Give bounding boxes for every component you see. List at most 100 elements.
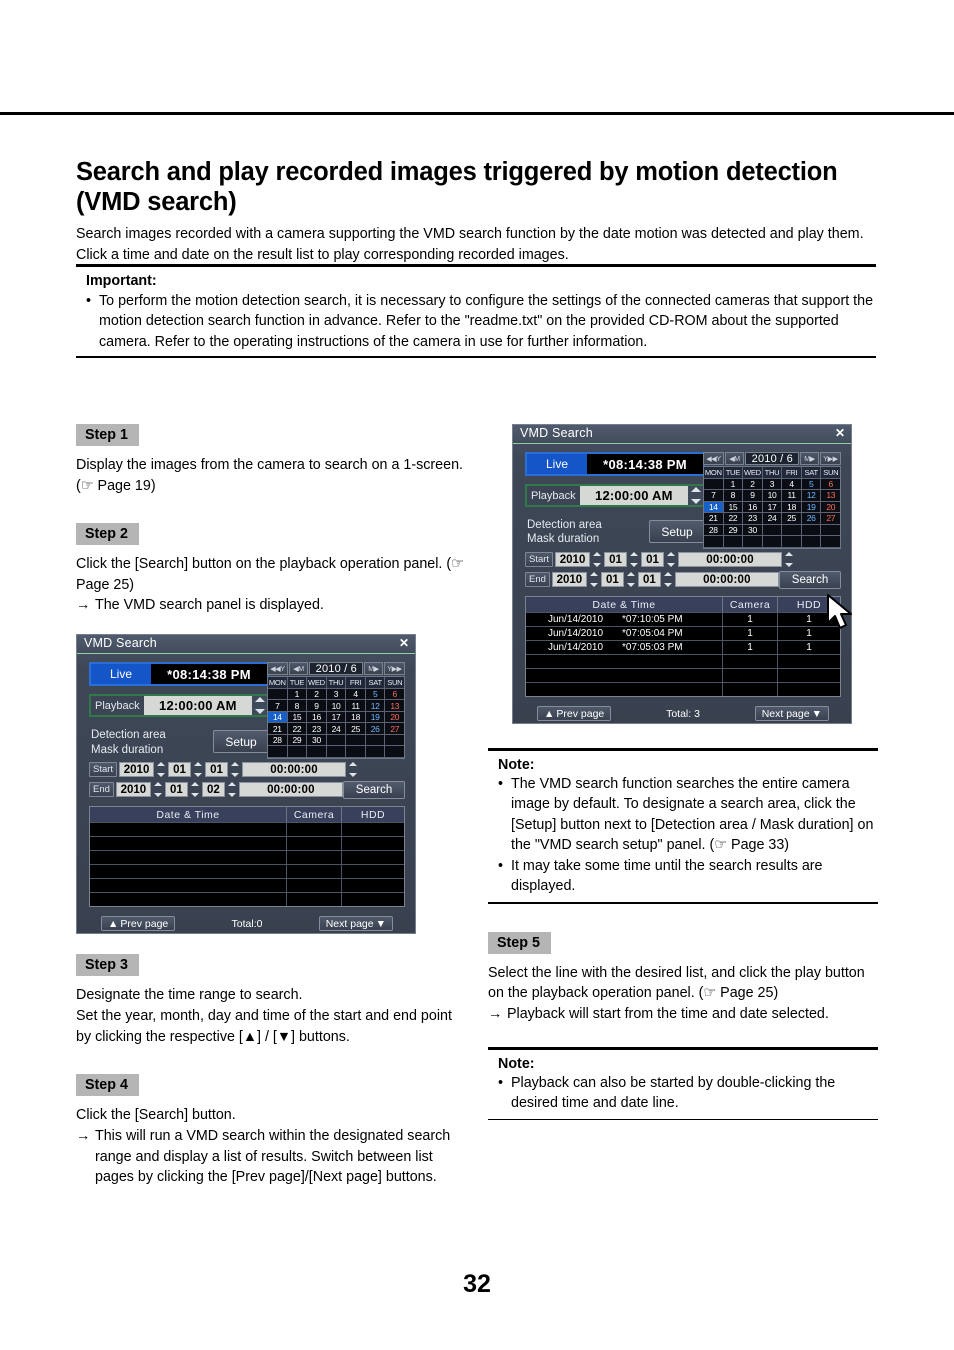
- results-row-empty[interactable]: [526, 668, 840, 682]
- calendar-day-10[interactable]: 10: [762, 490, 783, 502]
- results-table[interactable]: Date & Time Camera HDD Jun/14/2010 *07:10:05…: [525, 596, 841, 697]
- calendar-day-25[interactable]: 25: [346, 723, 366, 735]
- calendar-day-23[interactable]: 23: [743, 513, 763, 525]
- start-day-field[interactable]: 01: [205, 762, 229, 778]
- results-row[interactable]: Jun/14/2010 *07:05:04 PM 1 1: [526, 626, 840, 640]
- stepper-down-icon[interactable]: [630, 563, 639, 567]
- stepper-down-icon[interactable]: [593, 563, 602, 567]
- calendar-day-26[interactable]: 26: [365, 723, 386, 735]
- calendar-day-29[interactable]: 29: [287, 734, 308, 747]
- calendar-day-21[interactable]: 21: [704, 513, 724, 525]
- calendar-day-7[interactable]: 7: [704, 490, 724, 502]
- results-table[interactable]: Date & Time Camera HDD: [89, 806, 405, 908]
- calendar-day-13[interactable]: 13: [385, 700, 405, 712]
- start-month-stepper[interactable]: [629, 552, 639, 567]
- start-year-field[interactable]: 2010: [555, 552, 591, 567]
- vmd-search-panel-results[interactable]: VMD Search ✕ Live *08:14:38 PM Playback …: [512, 424, 852, 724]
- stepper-up-icon[interactable]: [630, 552, 639, 556]
- calendar-day-27[interactable]: 27: [821, 513, 841, 525]
- start-day-stepper[interactable]: [230, 762, 240, 778]
- calendar-day-8[interactable]: 8: [287, 700, 308, 712]
- calendar-day-6[interactable]: 6: [821, 478, 841, 490]
- stepper-down-icon[interactable]: [589, 583, 598, 587]
- calendar-day-19[interactable]: 19: [365, 711, 386, 724]
- vmd-search-panel-empty[interactable]: VMD Search ✕ Live *08:14:38 PM Playback …: [76, 634, 416, 935]
- end-month-stepper[interactable]: [190, 782, 200, 798]
- search-button[interactable]: Search: [343, 781, 405, 800]
- calendar-day-6[interactable]: 6: [385, 688, 405, 701]
- end-year-field[interactable]: 2010: [115, 782, 151, 798]
- calendar-day-28[interactable]: 28: [704, 524, 724, 536]
- end-time-field[interactable]: 00:00:00: [674, 572, 779, 587]
- stepper-up-icon[interactable]: [190, 782, 199, 787]
- stepper-up-icon[interactable]: [227, 782, 236, 787]
- calendar-day-12[interactable]: 12: [365, 700, 386, 712]
- prev-page-button[interactable]: ▲ Prev page: [101, 916, 176, 932]
- calendar-day-24[interactable]: 24: [762, 513, 783, 525]
- close-icon[interactable]: ✕: [399, 637, 409, 649]
- start-year-stepper[interactable]: [592, 552, 602, 567]
- stepper-up-icon[interactable]: [589, 572, 598, 576]
- stepper-down-icon[interactable]: [785, 563, 794, 567]
- start-day-stepper[interactable]: [666, 552, 676, 567]
- end-day-stepper[interactable]: [227, 782, 237, 798]
- calendar-day-12[interactable]: 12: [801, 490, 822, 502]
- start-time-field[interactable]: 00:00:00: [678, 552, 783, 567]
- next-month-button[interactable]: M▶: [800, 452, 819, 465]
- results-row-empty[interactable]: [90, 864, 404, 879]
- calendar-day-27[interactable]: 27: [385, 723, 405, 735]
- calendar-day-14[interactable]: 14: [268, 711, 288, 724]
- calendar-day-7[interactable]: 7: [268, 700, 288, 712]
- calendar-day-5[interactable]: 5: [365, 688, 386, 701]
- start-time-field[interactable]: 00:00:00: [242, 762, 347, 778]
- calendar-day-25[interactable]: 25: [782, 513, 802, 525]
- calendar-day-16[interactable]: 16: [743, 501, 763, 513]
- start-month-stepper[interactable]: [193, 762, 203, 778]
- calendar-day-26[interactable]: 26: [801, 513, 822, 525]
- prev-page-button[interactable]: ▲ Prev page: [537, 706, 612, 721]
- stepper-up-icon[interactable]: [593, 552, 602, 556]
- results-row[interactable]: Jun/14/2010 *07:05:03 PM 1 1: [526, 640, 840, 654]
- next-page-button[interactable]: Next page ▼: [754, 706, 829, 721]
- calendar-day-10[interactable]: 10: [326, 700, 347, 712]
- prev-month-button[interactable]: ◀M: [289, 662, 308, 676]
- calendar-day-9[interactable]: 9: [307, 700, 327, 712]
- calendar-day-3[interactable]: 3: [762, 478, 783, 490]
- stepper-up-icon[interactable]: [690, 487, 701, 492]
- stepper-up-icon[interactable]: [663, 572, 672, 576]
- playback-time-value[interactable]: 12:00:00 AM: [143, 696, 252, 716]
- stepper-down-icon[interactable]: [254, 709, 265, 715]
- end-month-field[interactable]: 01: [600, 572, 624, 587]
- results-row-empty[interactable]: [90, 892, 404, 907]
- stepper-down-icon[interactable]: [231, 773, 240, 778]
- results-row-empty[interactable]: [90, 836, 404, 851]
- playback-time-stepper[interactable]: [688, 486, 703, 505]
- end-year-stepper[interactable]: [153, 782, 163, 798]
- calendar-day-30[interactable]: 30: [307, 734, 327, 747]
- stepper-down-icon[interactable]: [349, 773, 358, 778]
- end-time-field[interactable]: 00:00:00: [238, 782, 343, 798]
- close-icon[interactable]: ✕: [835, 427, 845, 439]
- results-row[interactable]: Jun/14/2010 *07:10:05 PM 1 1: [526, 612, 840, 626]
- prev-year-button[interactable]: ◀◀Y: [703, 452, 724, 465]
- results-row-empty[interactable]: [90, 822, 404, 837]
- calendar-day-4[interactable]: 4: [782, 478, 802, 490]
- end-year-field[interactable]: 2010: [551, 572, 587, 587]
- calendar-day-15[interactable]: 15: [287, 711, 308, 724]
- setup-button[interactable]: Setup: [213, 730, 269, 754]
- start-month-field[interactable]: 01: [604, 552, 628, 567]
- next-year-button[interactable]: Y▶▶: [384, 662, 405, 676]
- live-button[interactable]: Live: [527, 454, 587, 474]
- end-month-field[interactable]: 01: [164, 782, 188, 798]
- calendar-day-30[interactable]: 30: [743, 524, 763, 536]
- search-button[interactable]: Search: [779, 571, 841, 589]
- calendar[interactable]: ◀◀Y ◀M 2010 / 6 M▶ Y▶▶ MON TUE WED THU FRI SA…: [703, 452, 841, 549]
- results-row-empty[interactable]: [90, 878, 404, 893]
- stepper-down-icon[interactable]: [663, 583, 672, 587]
- stepper-up-icon[interactable]: [194, 762, 203, 767]
- calendar-day-24[interactable]: 24: [326, 723, 347, 735]
- stepper-up-icon[interactable]: [157, 762, 166, 767]
- stepper-down-icon[interactable]: [153, 793, 162, 798]
- calendar-day-20[interactable]: 20: [385, 711, 405, 724]
- calendar-day-22[interactable]: 22: [723, 513, 744, 525]
